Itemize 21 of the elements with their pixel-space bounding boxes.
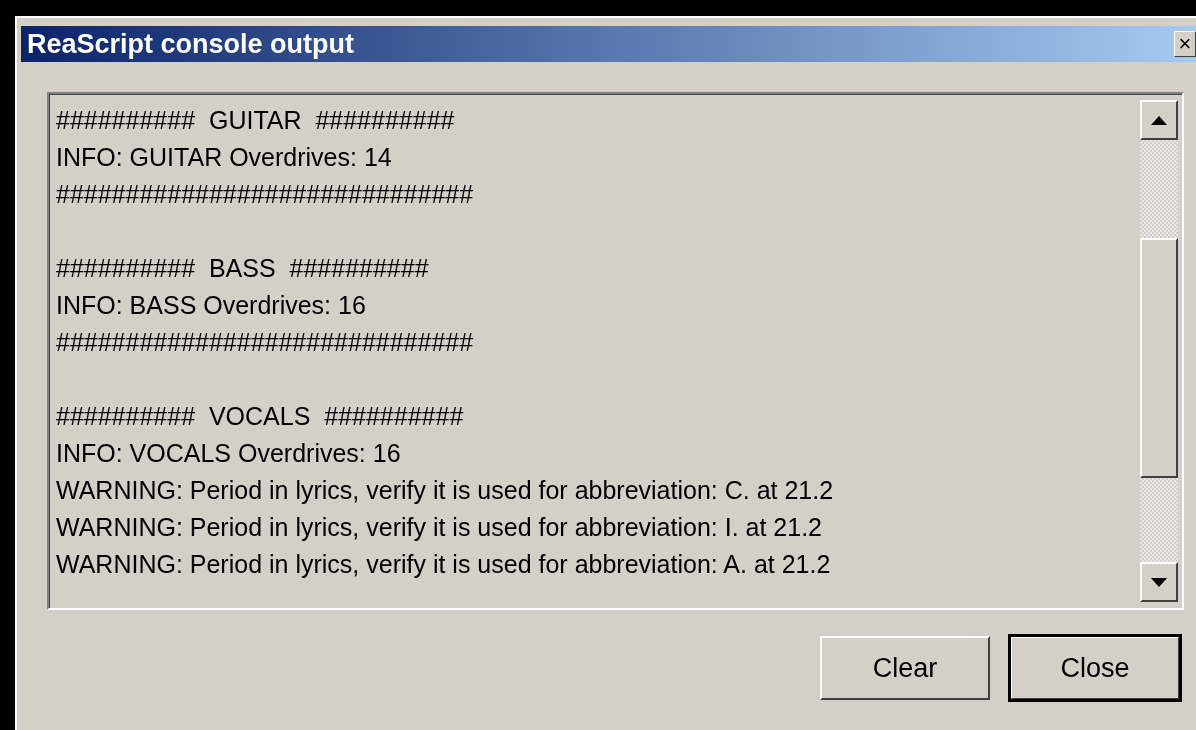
scrollbar[interactable] (1140, 100, 1178, 602)
close-button[interactable]: × (1174, 31, 1196, 57)
console-line: ############################## (56, 327, 475, 358)
console-line: WARNING: Period in lyrics, verify it is used for abbreviation: I. at 21.2 (56, 512, 823, 543)
console-line: INFO: VOCALS Overdrives: 16 (56, 438, 402, 469)
console-line: ########## VOCALS ########## (56, 401, 465, 432)
console-line: INFO: BASS Overdrives: 16 (56, 290, 367, 321)
console-line: WARNING: Period in lyrics, verify it is used for abbreviation: A. at 21.2 (56, 549, 832, 580)
scroll-up-button[interactable] (1140, 100, 1178, 140)
console-line: ########## GUITAR ########## (56, 105, 456, 136)
scroll-down-button[interactable] (1140, 562, 1178, 602)
down-triangle-icon (1151, 577, 1167, 587)
close-dialog-button[interactable]: Close (1010, 636, 1180, 700)
window-title: ReaScript console output (27, 28, 355, 60)
clear-button[interactable]: Clear (820, 636, 990, 700)
console-line: WARNING: Period in lyrics, verify it is used for abbreviation: C. at 21.2 (56, 475, 835, 506)
scroll-thumb[interactable] (1140, 238, 1178, 478)
console-line: INFO: GUITAR Overdrives: 14 (56, 142, 393, 173)
console-line: ############################## (56, 179, 475, 210)
up-triangle-icon (1151, 115, 1167, 125)
console-line: ########## BASS ########## (56, 253, 430, 284)
